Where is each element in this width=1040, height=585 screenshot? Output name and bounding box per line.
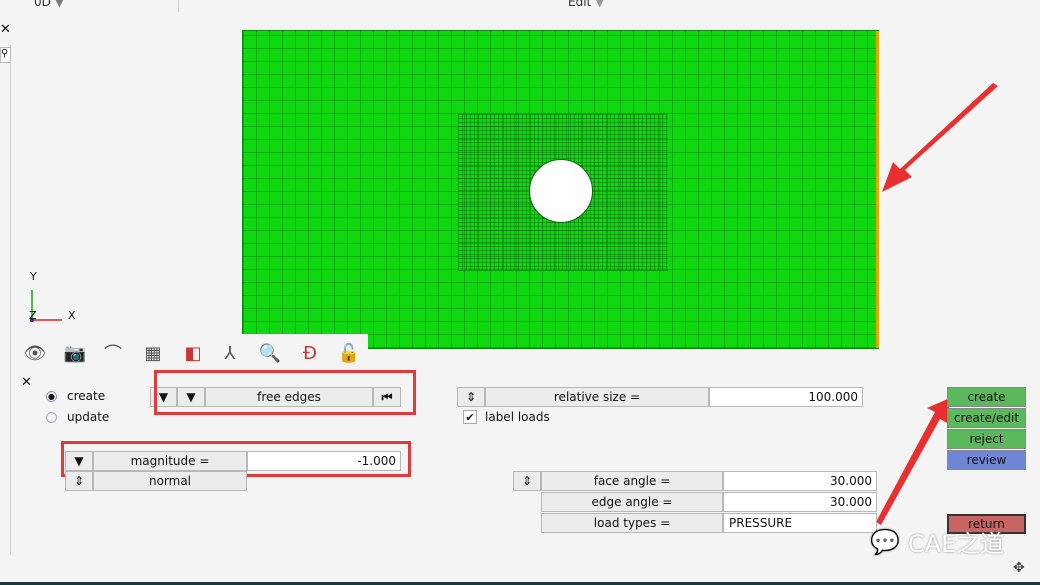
load-types-label: load types = — [541, 513, 723, 533]
review-button[interactable]: review — [947, 450, 1026, 470]
value-text: PRESSURE — [729, 516, 793, 530]
label-text: normal — [148, 474, 192, 488]
eye-icon[interactable]: 👁 — [22, 340, 48, 366]
create-button[interactable]: create — [947, 387, 1026, 407]
label-loads-checkbox[interactable]: ✔ label loads — [463, 410, 550, 424]
label-text: face angle = — [593, 474, 671, 488]
radio-unchecked-icon — [46, 411, 57, 423]
up-down-icon: ⇕ — [73, 474, 85, 488]
checkbox-label: label loads — [485, 410, 550, 424]
up-down-icon: ⇕ — [521, 474, 533, 488]
wechat-icon: 💬 — [870, 527, 900, 556]
elements-icon[interactable]: ◧ — [180, 340, 206, 366]
arrow-to-create — [876, 398, 950, 525]
direction-selector[interactable]: normal — [93, 471, 247, 491]
load-types-input[interactable]: PRESSURE — [723, 513, 877, 533]
axis-y-label: Y — [30, 270, 37, 283]
face-angle-input[interactable]: 30.000 — [723, 471, 877, 491]
radio-checked-icon: ● — [46, 390, 57, 402]
angle-toggle[interactable]: ⇕ — [513, 471, 541, 491]
face-angle-label: face angle = — [541, 471, 723, 491]
axis-z-label: Z — [29, 309, 37, 322]
axis-x-label: X — [68, 309, 76, 322]
edge-angle-label: edge angle = — [541, 492, 723, 512]
radio-create[interactable]: ● create — [46, 389, 105, 403]
radio-update[interactable]: update — [46, 410, 109, 424]
surface-icon[interactable]: ⌒ — [100, 340, 126, 366]
annotation-arrows — [30, 83, 998, 525]
label-text: load types = — [593, 516, 671, 530]
edge-angle-input[interactable]: 30.000 — [723, 492, 877, 512]
magnify-icon[interactable]: 🔍 — [257, 340, 283, 366]
value-text: 30.000 — [830, 495, 872, 509]
watermark-text: CAE之道 — [907, 530, 1005, 558]
direction-toggle[interactable]: ⇕ — [65, 471, 93, 491]
value-text: 30.000 — [830, 474, 872, 488]
annotation-box — [154, 370, 416, 415]
relative-size-label: relative size = — [485, 387, 709, 407]
value-text: 100.000 — [808, 390, 858, 404]
move-handle-icon[interactable]: ✥ — [1013, 560, 1025, 576]
checkmark-icon: ✔ — [463, 410, 477, 424]
panel-close-icon[interactable]: ✕ — [21, 375, 32, 390]
create-edit-button[interactable]: create/edit — [947, 408, 1026, 428]
unlock-icon[interactable]: 🔓 — [336, 340, 362, 366]
reject-button[interactable]: reject — [947, 429, 1026, 449]
label-text: edge angle = — [591, 495, 673, 509]
cube-icon[interactable]: ▦ — [140, 340, 166, 366]
size-toggle[interactable]: ⇕ — [457, 387, 485, 407]
watermark: 💬 CAE之道 — [870, 524, 1004, 559]
axis-icon[interactable]: ⅄ — [217, 340, 243, 366]
3d-icon[interactable]: Ɖ — [297, 340, 323, 366]
radio-label: update — [67, 410, 110, 424]
label-text: relative size = — [553, 390, 641, 404]
up-down-icon: ⇕ — [465, 390, 477, 404]
camera-icon[interactable]: 📷 — [62, 340, 88, 366]
relative-size-input[interactable]: 100.000 — [709, 387, 863, 407]
arrow-to-edge — [882, 83, 998, 192]
radio-label: create — [67, 389, 106, 403]
